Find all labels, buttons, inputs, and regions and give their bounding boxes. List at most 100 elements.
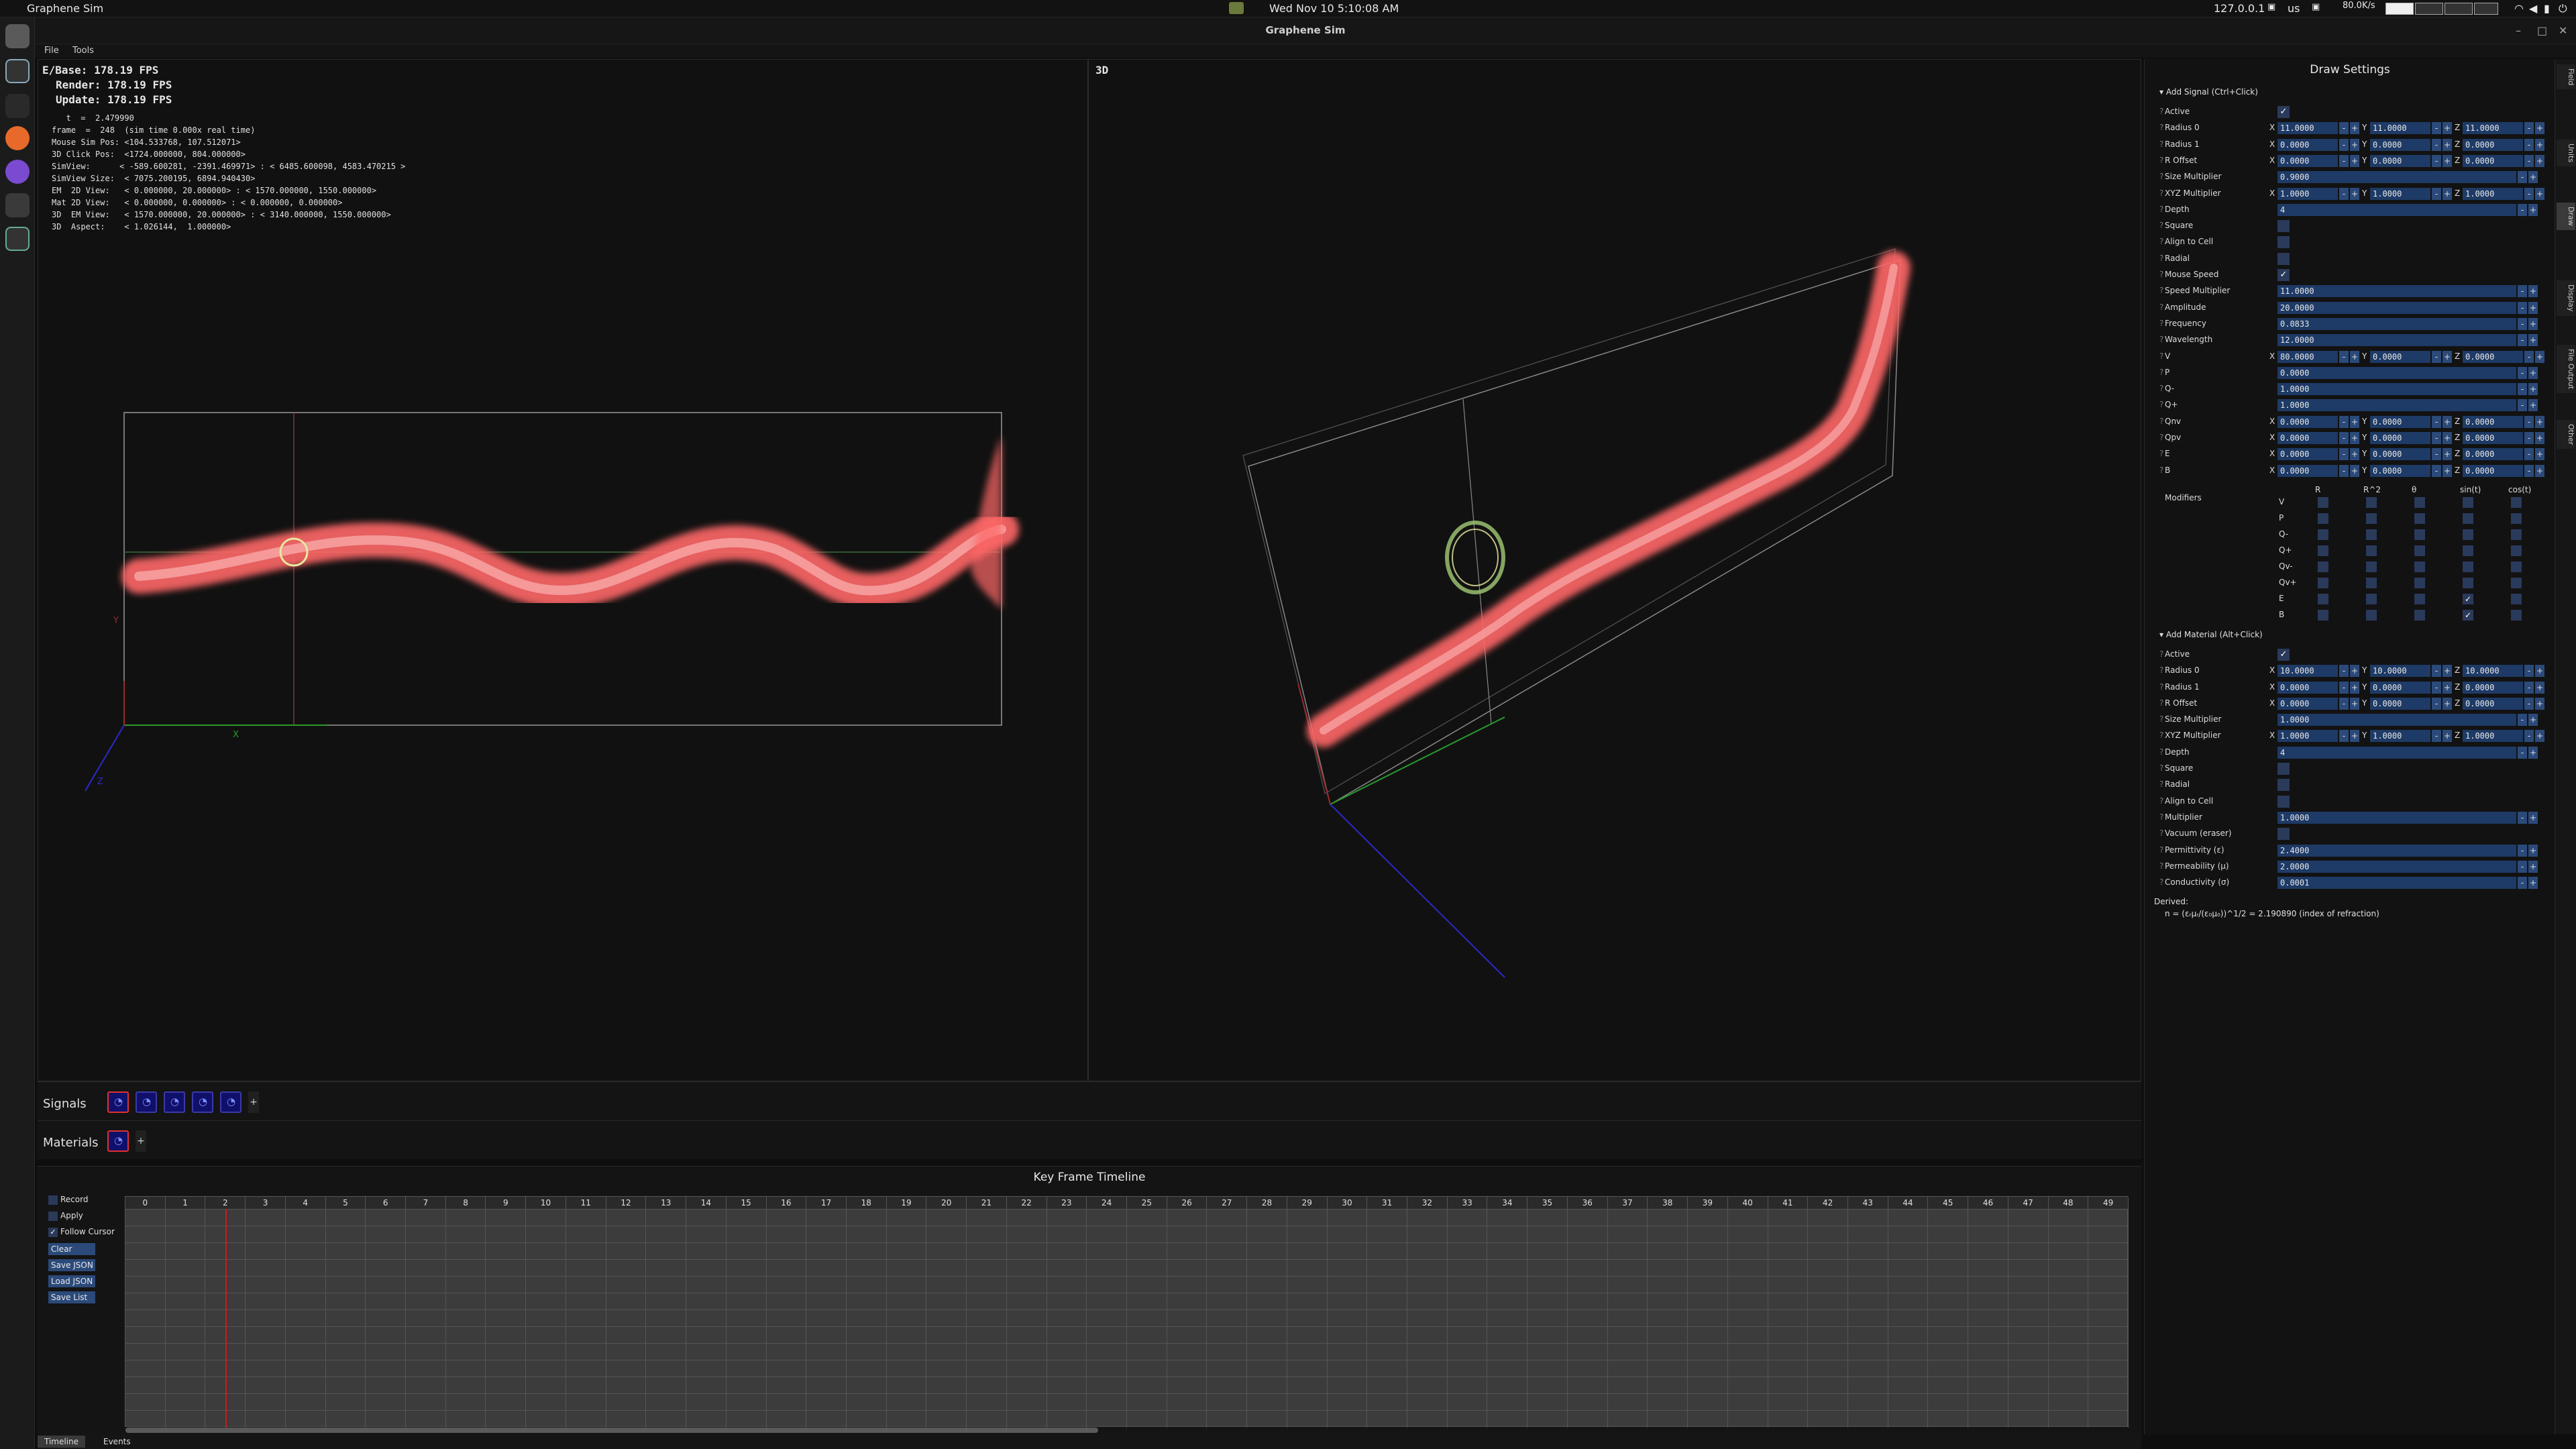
setting-z-field[interactable]: 1.0000 (2463, 730, 2523, 743)
modifier-checkbox[interactable] (2366, 529, 2377, 540)
increment-button[interactable]: + (2443, 448, 2452, 461)
setting-z-field[interactable]: 11.0000 (2463, 122, 2523, 135)
help-icon[interactable]: ? (2159, 189, 2163, 198)
decrement-button[interactable]: - (2524, 730, 2534, 743)
frame-header[interactable]: 1 (165, 1197, 206, 1209)
decrement-button[interactable]: - (2524, 697, 2534, 710)
setting-checkbox[interactable] (2277, 220, 2290, 233)
help-icon[interactable]: ? (2159, 400, 2163, 409)
modifier-checkbox[interactable] (2511, 561, 2522, 572)
increment-button[interactable]: + (2528, 399, 2538, 412)
frame-header[interactable]: 43 (1847, 1197, 1888, 1209)
frame-header[interactable]: 11 (566, 1197, 606, 1209)
modifier-checkbox[interactable] (2366, 593, 2377, 604)
frame-column[interactable] (446, 1209, 486, 1428)
frame-header[interactable]: 36 (1567, 1197, 1608, 1209)
help-icon[interactable]: ? (2159, 812, 2163, 822)
modifier-checkbox[interactable] (2414, 529, 2425, 540)
setting-value-field[interactable]: 4 (2277, 203, 2516, 216)
help-icon[interactable]: ? (2159, 384, 2163, 393)
signal-chip-5[interactable]: ◔ (220, 1091, 241, 1113)
decrement-button[interactable]: - (2518, 746, 2527, 759)
increment-button[interactable]: + (2528, 844, 2538, 857)
modifier-checkbox[interactable] (2463, 545, 2473, 556)
increment-button[interactable]: + (2350, 681, 2359, 694)
setting-value-field[interactable]: 4 (2277, 746, 2516, 759)
volume-icon[interactable]: ◀ (2529, 2, 2537, 15)
setting-checkbox[interactable] (2277, 763, 2290, 775)
frame-header[interactable]: 25 (1127, 1197, 1167, 1209)
frame-column[interactable] (967, 1209, 1007, 1428)
help-icon[interactable]: ? (2159, 698, 2163, 708)
timeline-grid[interactable]: 0 1 2 3 4 5 6 7 8 9 10 11 12 13 14 15 16 17 18 19 20 21 22 23 24… (125, 1196, 2129, 1433)
increment-button[interactable]: + (2443, 681, 2452, 694)
frame-column[interactable] (1487, 1209, 1528, 1428)
help-icon[interactable]: ? (2159, 140, 2163, 149)
decrement-button[interactable]: - (2432, 350, 2441, 363)
setting-y-field[interactable]: 0.0000 (2370, 681, 2430, 694)
increment-button[interactable]: + (2535, 665, 2544, 678)
frame-header[interactable]: 30 (1327, 1197, 1368, 1209)
decrement-button[interactable]: - (2518, 399, 2527, 412)
decrement-button[interactable]: - (2432, 432, 2441, 444)
signal-chip-1[interactable]: ◔ (107, 1091, 129, 1113)
decrement-button[interactable]: - (2518, 285, 2527, 298)
keyboard-layout[interactable]: us (2288, 2, 2300, 15)
modifier-checkbox[interactable] (2318, 529, 2328, 540)
frame-header[interactable]: 48 (2048, 1197, 2089, 1209)
decrement-button[interactable]: - (2518, 811, 2527, 824)
modifier-checkbox[interactable] (2463, 561, 2473, 572)
help-icon[interactable]: ? (2159, 221, 2163, 230)
decrement-button[interactable]: - (2524, 154, 2534, 167)
frame-column[interactable] (806, 1209, 847, 1428)
frame-column[interactable] (1087, 1209, 1127, 1428)
mem-graph[interactable] (2415, 3, 2443, 15)
frame-column[interactable] (1648, 1209, 1688, 1428)
setting-y-field[interactable]: 0.0000 (2370, 432, 2430, 444)
increment-button[interactable]: + (2443, 697, 2452, 710)
frame-header[interactable]: 42 (1808, 1197, 1848, 1209)
frame-header[interactable]: 35 (1527, 1197, 1568, 1209)
add-signal-button[interactable]: + (248, 1091, 259, 1113)
frame-column[interactable] (767, 1209, 807, 1428)
increment-button[interactable]: + (2350, 730, 2359, 743)
frame-header[interactable]: 26 (1167, 1197, 1208, 1209)
signal-chip-3[interactable]: ◔ (164, 1091, 185, 1113)
setting-checkbox[interactable]: ✓ (2277, 106, 2290, 118)
setting-z-field[interactable]: 1.0000 (2463, 187, 2523, 200)
frame-column[interactable] (1728, 1209, 1768, 1428)
setting-z-field[interactable]: 0.0000 (2463, 464, 2523, 477)
frame-column[interactable] (606, 1209, 647, 1428)
decrement-button[interactable]: - (2339, 464, 2349, 477)
decrement-button[interactable]: - (2518, 366, 2527, 379)
help-icon[interactable]: ? (2159, 286, 2163, 295)
signal-chip-4[interactable]: ◔ (192, 1091, 213, 1113)
help-icon[interactable]: ? (2159, 877, 2163, 887)
decrement-button[interactable]: - (2518, 171, 2527, 184)
frame-header[interactable]: 21 (967, 1197, 1007, 1209)
modifier-checkbox[interactable] (2463, 529, 2473, 540)
modifier-checkbox[interactable] (2414, 577, 2425, 588)
frame-column[interactable] (1287, 1209, 1328, 1428)
setting-x-field[interactable]: 0.0000 (2277, 415, 2338, 428)
increment-button[interactable]: + (2528, 714, 2538, 727)
decrement-button[interactable]: - (2524, 122, 2534, 135)
setting-checkbox[interactable] (2277, 779, 2290, 792)
tab-timeline[interactable]: Timeline (38, 1436, 86, 1448)
close-icon[interactable]: ✕ (2559, 24, 2567, 37)
increment-button[interactable]: + (2535, 464, 2544, 477)
emacs-icon[interactable] (5, 160, 30, 184)
frame-header[interactable]: 24 (1087, 1197, 1127, 1209)
modifier-checkbox[interactable] (2511, 545, 2522, 556)
decrement-button[interactable]: - (2339, 730, 2349, 743)
graphene-sim-icon[interactable] (5, 227, 30, 251)
frame-header[interactable]: 5 (325, 1197, 366, 1209)
increment-button[interactable]: + (2535, 448, 2544, 461)
decrement-button[interactable]: - (2339, 448, 2349, 461)
help-icon[interactable]: ? (2159, 352, 2163, 361)
increment-button[interactable]: + (2528, 383, 2538, 396)
decrement-button[interactable]: - (2432, 681, 2441, 694)
increment-button[interactable]: + (2350, 665, 2359, 678)
setting-x-field[interactable]: 0.0000 (2277, 432, 2338, 444)
help-icon[interactable]: ? (2159, 335, 2163, 344)
